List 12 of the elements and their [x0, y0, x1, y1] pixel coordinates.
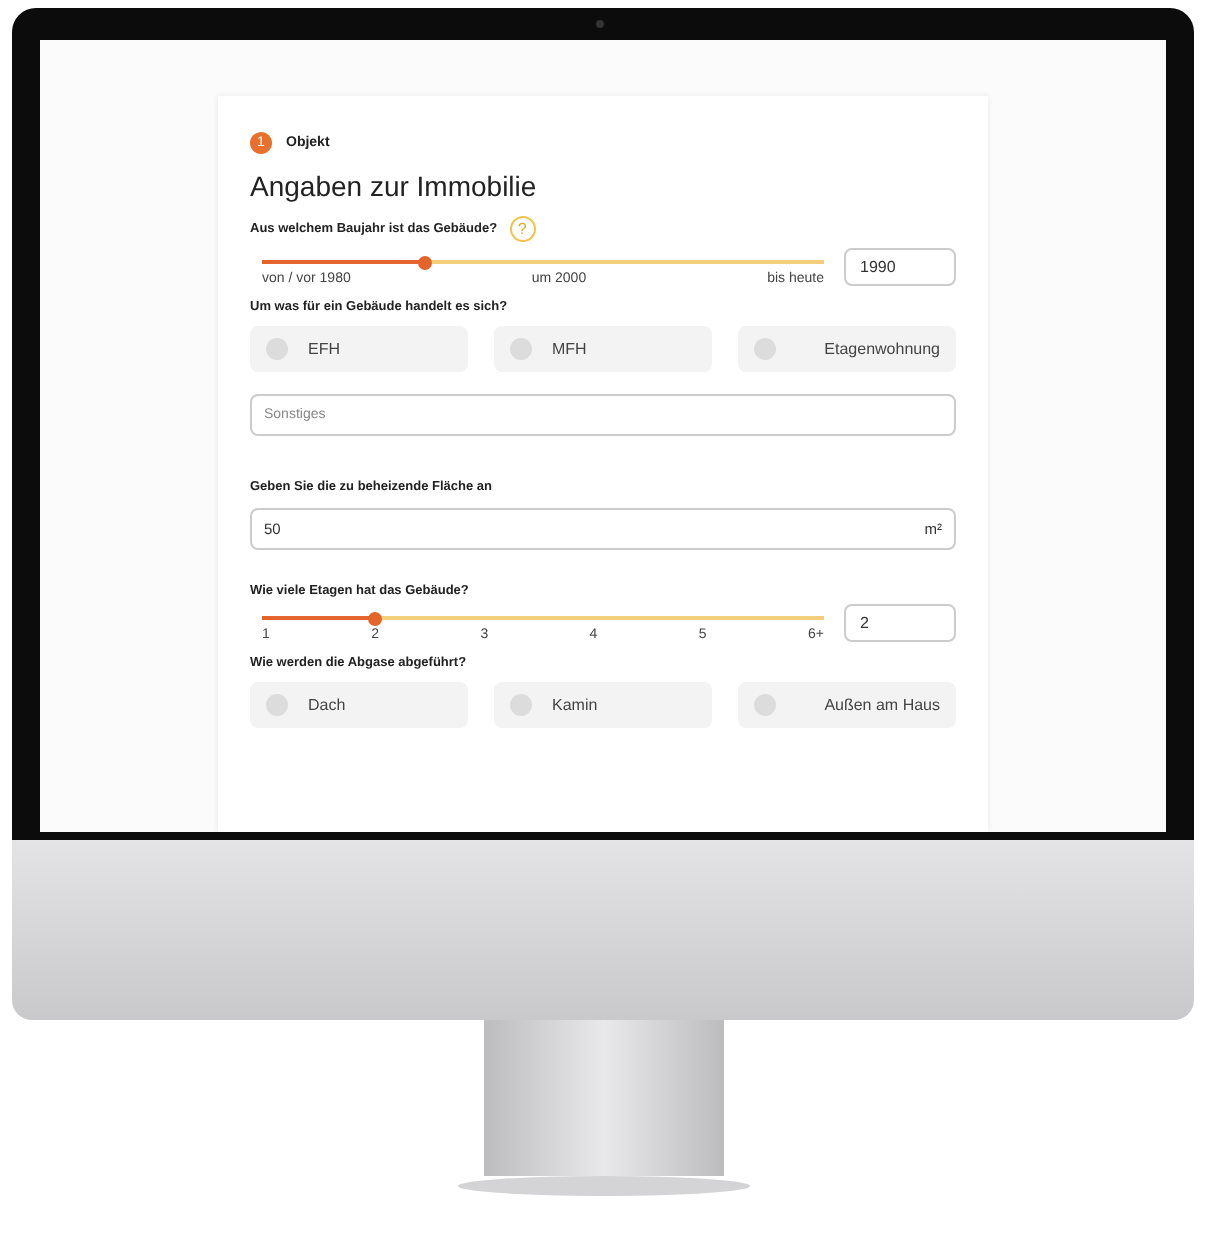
form-title: Angaben zur Immobilie — [250, 170, 539, 202]
option-button[interactable]: Außen am Haus — [738, 682, 956, 728]
camera-icon — [596, 20, 604, 28]
option-button[interactable]: EFH — [250, 326, 468, 372]
slider-thumb[interactable] — [417, 255, 432, 269]
value-field[interactable]: 1990 — [844, 248, 956, 286]
option-button[interactable]: Kamin — [494, 682, 712, 728]
option-button[interactable]: MFH — [494, 326, 712, 372]
slider-thumb[interactable] — [367, 611, 382, 625]
option-button[interactable]: Dach — [250, 682, 468, 728]
value-field[interactable]: 2 — [844, 604, 956, 642]
option-button[interactable]: Etagenwohnung — [738, 326, 956, 372]
